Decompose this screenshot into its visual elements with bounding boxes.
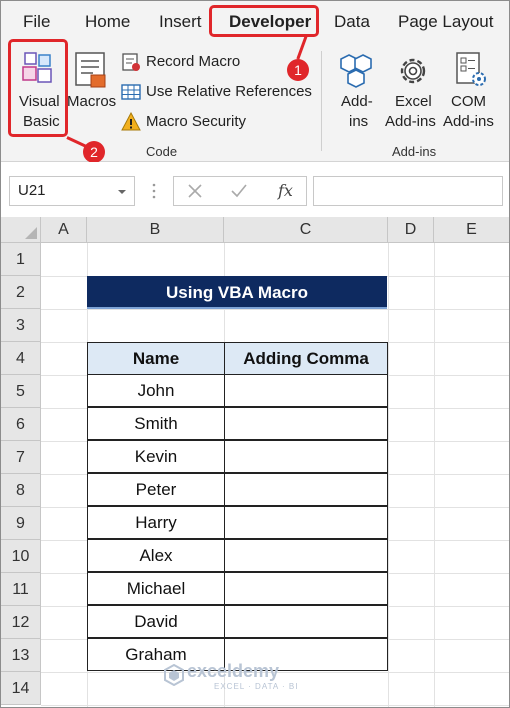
developer-highlight-box xyxy=(209,5,319,37)
row-header[interactable]: 2 xyxy=(1,276,41,309)
record-macro-label: Record Macro xyxy=(146,53,241,70)
select-all-corner[interactable] xyxy=(1,217,41,243)
gridline xyxy=(41,309,509,310)
record-macro-icon xyxy=(122,53,140,71)
column-header-c[interactable]: C xyxy=(224,217,388,243)
watermark-tagline: EXCEL · DATA · BI xyxy=(214,682,299,691)
gridline xyxy=(41,705,509,706)
exceldemy-logo-icon xyxy=(164,664,184,686)
macros-icon xyxy=(75,52,106,88)
column-header-e[interactable]: E xyxy=(434,217,509,243)
step-badge-1: 1 xyxy=(287,59,309,81)
adding-comma-cell[interactable] xyxy=(224,440,388,473)
com-addins-label-1: COM xyxy=(451,93,486,110)
tab-insert[interactable]: Insert xyxy=(159,12,202,32)
excel-addins-label-1: Excel xyxy=(395,93,432,110)
tab-file[interactable]: File xyxy=(23,12,50,32)
name-cell[interactable]: Smith xyxy=(87,407,225,440)
row-header[interactable]: 7 xyxy=(1,441,41,474)
name-cell[interactable]: Peter xyxy=(87,473,225,506)
formula-input[interactable] xyxy=(313,176,503,206)
hexagon-addins-icon xyxy=(340,54,372,88)
enter-check-icon[interactable] xyxy=(230,182,248,200)
name-box[interactable]: U21 xyxy=(9,176,135,206)
adding-comma-cell[interactable] xyxy=(224,473,388,506)
code-group-label: Code xyxy=(146,144,178,159)
name-cell[interactable]: John xyxy=(87,374,225,407)
column-header-a[interactable]: A xyxy=(41,217,87,243)
row-header[interactable]: 6 xyxy=(1,408,41,441)
name-cell[interactable]: Harry xyxy=(87,506,225,539)
row-header[interactable]: 10 xyxy=(1,540,41,573)
ribbon-developer: Visual Basic Macros Record Macro Use Rel… xyxy=(1,35,509,163)
name-cell[interactable]: David xyxy=(87,605,225,638)
visual-basic-highlight-box xyxy=(8,39,68,137)
row-header[interactable]: 13 xyxy=(1,639,41,672)
row-header[interactable]: 3 xyxy=(1,309,41,342)
column-header-d[interactable]: D xyxy=(388,217,434,243)
ribbon-tab-bar: File Home Insert Developer Data Page Lay… xyxy=(1,1,509,43)
name-cell[interactable]: Alex xyxy=(87,539,225,572)
row-header[interactable]: 11 xyxy=(1,573,41,606)
row-header[interactable]: 5 xyxy=(1,375,41,408)
insert-function-icon[interactable]: fx xyxy=(278,181,293,200)
name-cell[interactable]: Michael xyxy=(87,572,225,605)
addins-label-1: Add- xyxy=(341,93,373,110)
adding-comma-cell[interactable] xyxy=(224,539,388,572)
name-box-value: U21 xyxy=(18,182,46,199)
step-badge-2: 2 xyxy=(83,141,105,163)
relative-references-label: Use Relative References xyxy=(146,83,312,100)
row-header[interactable]: 1 xyxy=(1,243,41,276)
excel-window: File Home Insert Developer Data Page Lay… xyxy=(0,0,510,708)
row-header[interactable]: 9 xyxy=(1,507,41,540)
macros-label: Macros xyxy=(67,93,117,110)
cancel-icon[interactable] xyxy=(186,182,204,200)
excel-addins-label-2: Add-ins xyxy=(385,113,436,130)
adding-comma-cell[interactable] xyxy=(224,605,388,638)
warning-icon xyxy=(121,112,141,131)
addins-label-2: ins xyxy=(349,113,369,130)
row-header[interactable]: 12 xyxy=(1,606,41,639)
formula-bar: U21 fx xyxy=(1,162,509,217)
formula-controls: fx xyxy=(173,176,307,206)
tab-home[interactable]: Home xyxy=(85,12,130,32)
addins-group-label: Add-ins xyxy=(392,144,437,159)
com-addins-icon xyxy=(456,52,486,86)
macro-security-label: Macro Security xyxy=(146,113,247,130)
group-separator xyxy=(321,51,322,151)
tab-page-layout[interactable]: Page Layout xyxy=(398,12,493,32)
name-cell[interactable]: Kevin xyxy=(87,440,225,473)
sheet-title-cell[interactable]: Using VBA Macro xyxy=(87,276,387,309)
column-header-b[interactable]: B xyxy=(87,217,224,243)
adding-comma-cell[interactable] xyxy=(224,572,388,605)
relative-references-button[interactable]: Use Relative References xyxy=(121,81,321,103)
com-addins-label-2: Add-ins xyxy=(443,113,494,130)
row-header[interactable]: 14 xyxy=(1,672,41,705)
adding-comma-cell[interactable] xyxy=(224,374,388,407)
select-all-triangle-icon xyxy=(25,227,37,239)
table-header-adding-comma[interactable]: Adding Comma xyxy=(224,342,388,375)
addins-button[interactable]: Add- ins xyxy=(335,43,381,133)
watermark-brand: exceldemy xyxy=(187,661,280,681)
macros-button[interactable]: Macros xyxy=(67,43,117,133)
gear-icon xyxy=(400,58,426,84)
worksheet-grid: A B C D E 1 2 3 4 5 6 7 8 9 10 11 12 13 … xyxy=(1,217,509,707)
table-grid-icon xyxy=(121,84,141,100)
row-header[interactable]: 4 xyxy=(1,342,41,375)
tab-data[interactable]: Data xyxy=(334,12,370,32)
macro-security-button[interactable]: Macro Security xyxy=(121,111,321,133)
drag-handle-icon[interactable] xyxy=(152,183,156,199)
row-header[interactable]: 8 xyxy=(1,474,41,507)
adding-comma-cell[interactable] xyxy=(224,407,388,440)
com-addins-button[interactable]: COM Add-ins xyxy=(443,43,503,133)
chevron-down-icon[interactable] xyxy=(117,188,127,196)
adding-comma-cell[interactable] xyxy=(224,506,388,539)
table-header-name[interactable]: Name xyxy=(87,342,225,375)
excel-addins-button[interactable]: Excel Add-ins xyxy=(385,43,441,133)
